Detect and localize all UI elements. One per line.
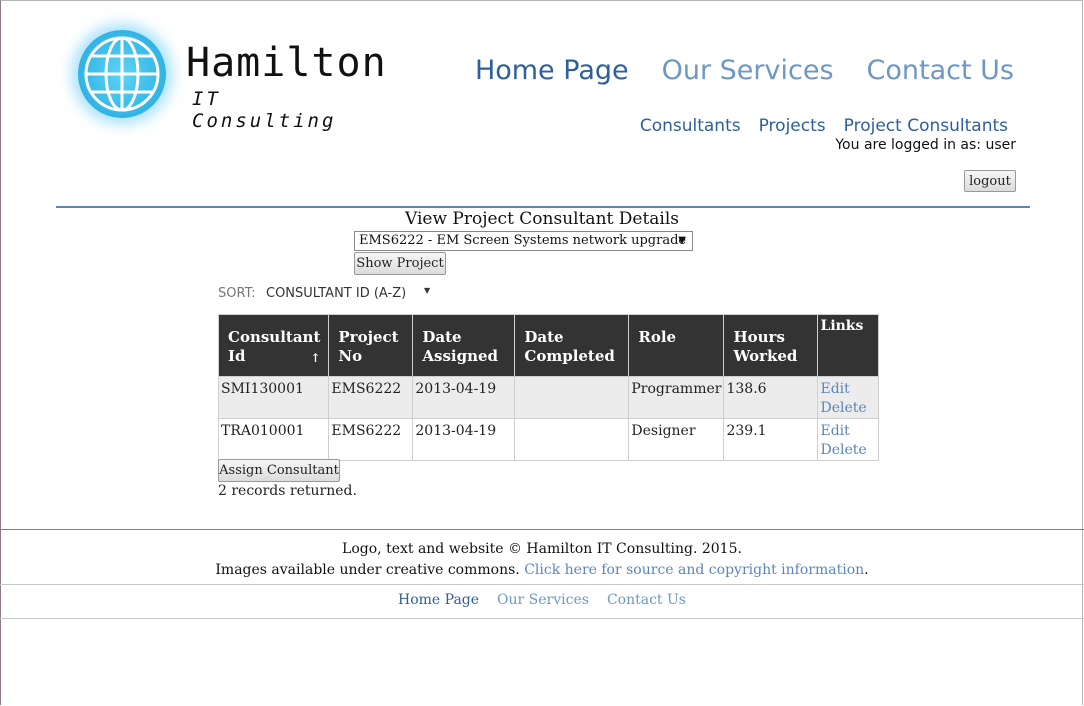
cell-date-assigned: 2013-04-19 [412,418,516,461]
edit-link[interactable]: Edit [820,422,876,441]
show-project-button[interactable]: Show Project [354,252,446,275]
page-title: View Project Consultant Details [404,209,680,229]
column-header-date-completed[interactable]: Date Completed [514,314,630,377]
column-header-date-assigned[interactable]: Date Assigned [412,314,516,377]
footer-divider [0,529,1084,530]
project-consultants-table: Consultant Id ↑ Project No Date Assigned… [217,314,880,461]
main-nav: Home Page Our Services Contact Us [475,55,1014,86]
column-header-hours-worked[interactable]: Hours Worked [723,314,819,377]
brand-tagline: IT Consulting [192,88,337,132]
copyright-info-link[interactable]: Click here for source and copyright info… [524,562,864,578]
column-header-role[interactable]: Role [628,314,725,377]
footer-divider-3 [0,618,1084,619]
cell-consultant-id: TRA010001 [217,418,330,461]
login-status: You are logged in as: user [835,137,1016,153]
cell-role: Designer [628,418,725,461]
dropdown-arrow-icon: ▼ [678,235,686,246]
records-count: 2 records returned. [218,483,357,499]
sub-nav-consultants[interactable]: Consultants [640,116,741,136]
main-nav-services[interactable]: Our Services [662,55,834,86]
table-row: SMI130001 EMS6222 2013-04-19 Programmer … [217,376,880,419]
images-credit-suffix: . [864,562,869,578]
brand-logo[interactable]: Hamilton IT Consulting [70,20,386,135]
footer-nav-contact[interactable]: Contact Us [607,592,686,608]
logout-button[interactable]: logout [964,170,1016,192]
assign-consultant-button[interactable]: Assign Consultant [218,459,340,482]
sort-select[interactable]: CONSULTANT ID (A-Z) [266,286,406,301]
sort-label: SORT: [218,286,256,301]
cell-date-completed [514,418,630,461]
cell-hours-worked: 138.6 [723,376,819,419]
footer-divider-2 [0,584,1084,585]
main-nav-contact[interactable]: Contact Us [867,55,1014,86]
delete-link[interactable]: Delete [820,441,876,460]
table-row: TRA010001 EMS6222 2013-04-19 Designer 23… [217,418,880,461]
cell-role: Programmer [628,376,725,419]
cell-links: Edit Delete [817,376,880,419]
images-credit: Images available under creative commons.… [0,562,1084,578]
sub-nav: Consultants Projects Project Consultants [640,116,1008,136]
globe-icon [78,30,166,118]
copyright-text: Logo, text and website © Hamilton IT Con… [342,541,742,557]
images-credit-text: Images available under creative commons. [215,562,520,578]
cell-project-no: EMS6222 [328,376,414,419]
sort-ascending-icon: ↑ [310,351,321,365]
header-divider [56,206,1030,208]
column-header-project-no[interactable]: Project No [328,314,414,377]
main-nav-home[interactable]: Home Page [475,55,629,86]
edit-link[interactable]: Edit [820,380,876,399]
column-header-consultant-id[interactable]: Consultant Id ↑ [217,314,330,377]
cell-date-assigned: 2013-04-19 [412,376,516,419]
cell-date-completed [514,376,630,419]
brand-name: Hamilton [186,40,387,86]
delete-link[interactable]: Delete [820,399,876,418]
project-select[interactable]: EMS6222 - EM Screen Systems network upgr… [354,231,693,251]
cell-links: Edit Delete [817,418,880,461]
table-header-row: Consultant Id ↑ Project No Date Assigned… [217,314,880,377]
sort-dropdown-arrow-icon[interactable]: ▼ [424,286,430,295]
project-select-value: EMS6222 - EM Screen Systems network upgr… [359,233,687,248]
cell-project-no: EMS6222 [328,418,414,461]
cell-consultant-id: SMI130001 [217,376,330,419]
sub-nav-projects[interactable]: Projects [759,116,826,136]
footer-nav-services[interactable]: Our Services [497,592,589,608]
cell-hours-worked: 239.1 [723,418,819,461]
footer-nav: Home Page Our Services Contact Us [0,592,1084,608]
footer-nav-home[interactable]: Home Page [398,592,479,608]
sub-nav-project-consultants[interactable]: Project Consultants [844,116,1008,136]
column-header-links: Links [817,314,880,377]
